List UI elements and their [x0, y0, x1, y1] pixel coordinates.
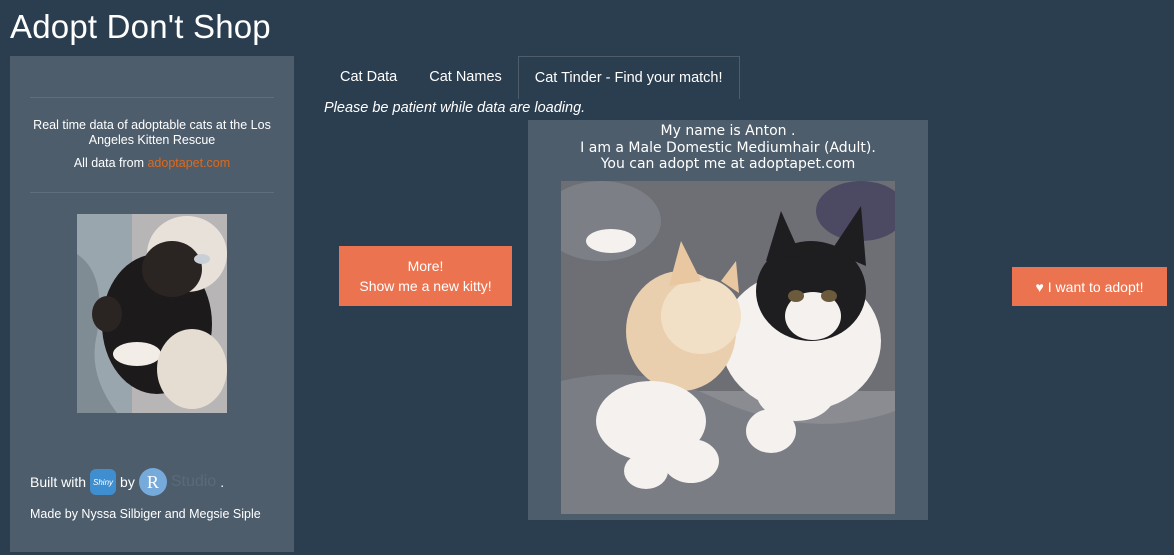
- more-button-line2: Show me a new kitty!: [359, 278, 492, 294]
- sidebar-divider: [30, 97, 274, 98]
- sidebar: Real time data of adoptable cats at the …: [10, 56, 294, 552]
- cat-photo: [561, 181, 895, 514]
- sidebar-description: Real time data of adoptable cats at the …: [33, 118, 271, 147]
- built-with-credit: Built with Shiny by R Studio .: [30, 468, 224, 496]
- made-by-credit: Made by Nyssa Silbiger and Megsie Siple: [30, 507, 261, 521]
- built-with-label: Built with: [30, 474, 87, 490]
- cat-card: My name is Anton . I am a Male Domestic …: [528, 120, 928, 520]
- loading-note: Please be patient while data are loading…: [324, 100, 586, 116]
- adopt-button[interactable]: ♥ I want to adopt!: [1012, 267, 1167, 306]
- sidebar-divider: [30, 192, 274, 193]
- tab-cat-names[interactable]: Cat Names: [413, 56, 518, 98]
- heart-icon: ♥: [1035, 278, 1044, 295]
- tab-cat-tinder[interactable]: Cat Tinder - Find your match!: [517, 56, 740, 99]
- shiny-logo-icon: Shiny: [90, 469, 117, 495]
- tab-cat-data[interactable]: Cat Data: [324, 56, 413, 98]
- by-label: by: [120, 474, 135, 490]
- source-prefix: All data from: [73, 156, 148, 170]
- cat-intro: My name is Anton . I am a Male Domestic …: [528, 123, 928, 173]
- app-title: Adopt Don't Shop: [10, 8, 271, 45]
- adopt-button-label: I want to adopt!: [1047, 278, 1144, 295]
- cat-name-line: My name is Anton .: [660, 123, 796, 139]
- rstudio-logo-icon: R: [138, 468, 167, 496]
- adoptapet-link[interactable]: adoptapet.com: [147, 156, 230, 170]
- cat-breed-line: I am a Male Domestic Mediumhair (Adult).: [580, 139, 876, 156]
- sidebar-source: All data from adoptapet.com: [30, 156, 274, 170]
- tab-bar: Cat Data Cat Names Cat Tinder - Find you…: [324, 56, 1174, 99]
- more-button-line1: More!: [407, 258, 444, 274]
- period: .: [220, 474, 225, 490]
- sidebar-cat-photo: [77, 214, 227, 413]
- studio-label: Studio: [170, 473, 217, 490]
- more-kitty-button[interactable]: More! Show me a new kitty!: [339, 246, 512, 306]
- cat-adopt-line: You can adopt me at adoptapet.com: [600, 156, 856, 172]
